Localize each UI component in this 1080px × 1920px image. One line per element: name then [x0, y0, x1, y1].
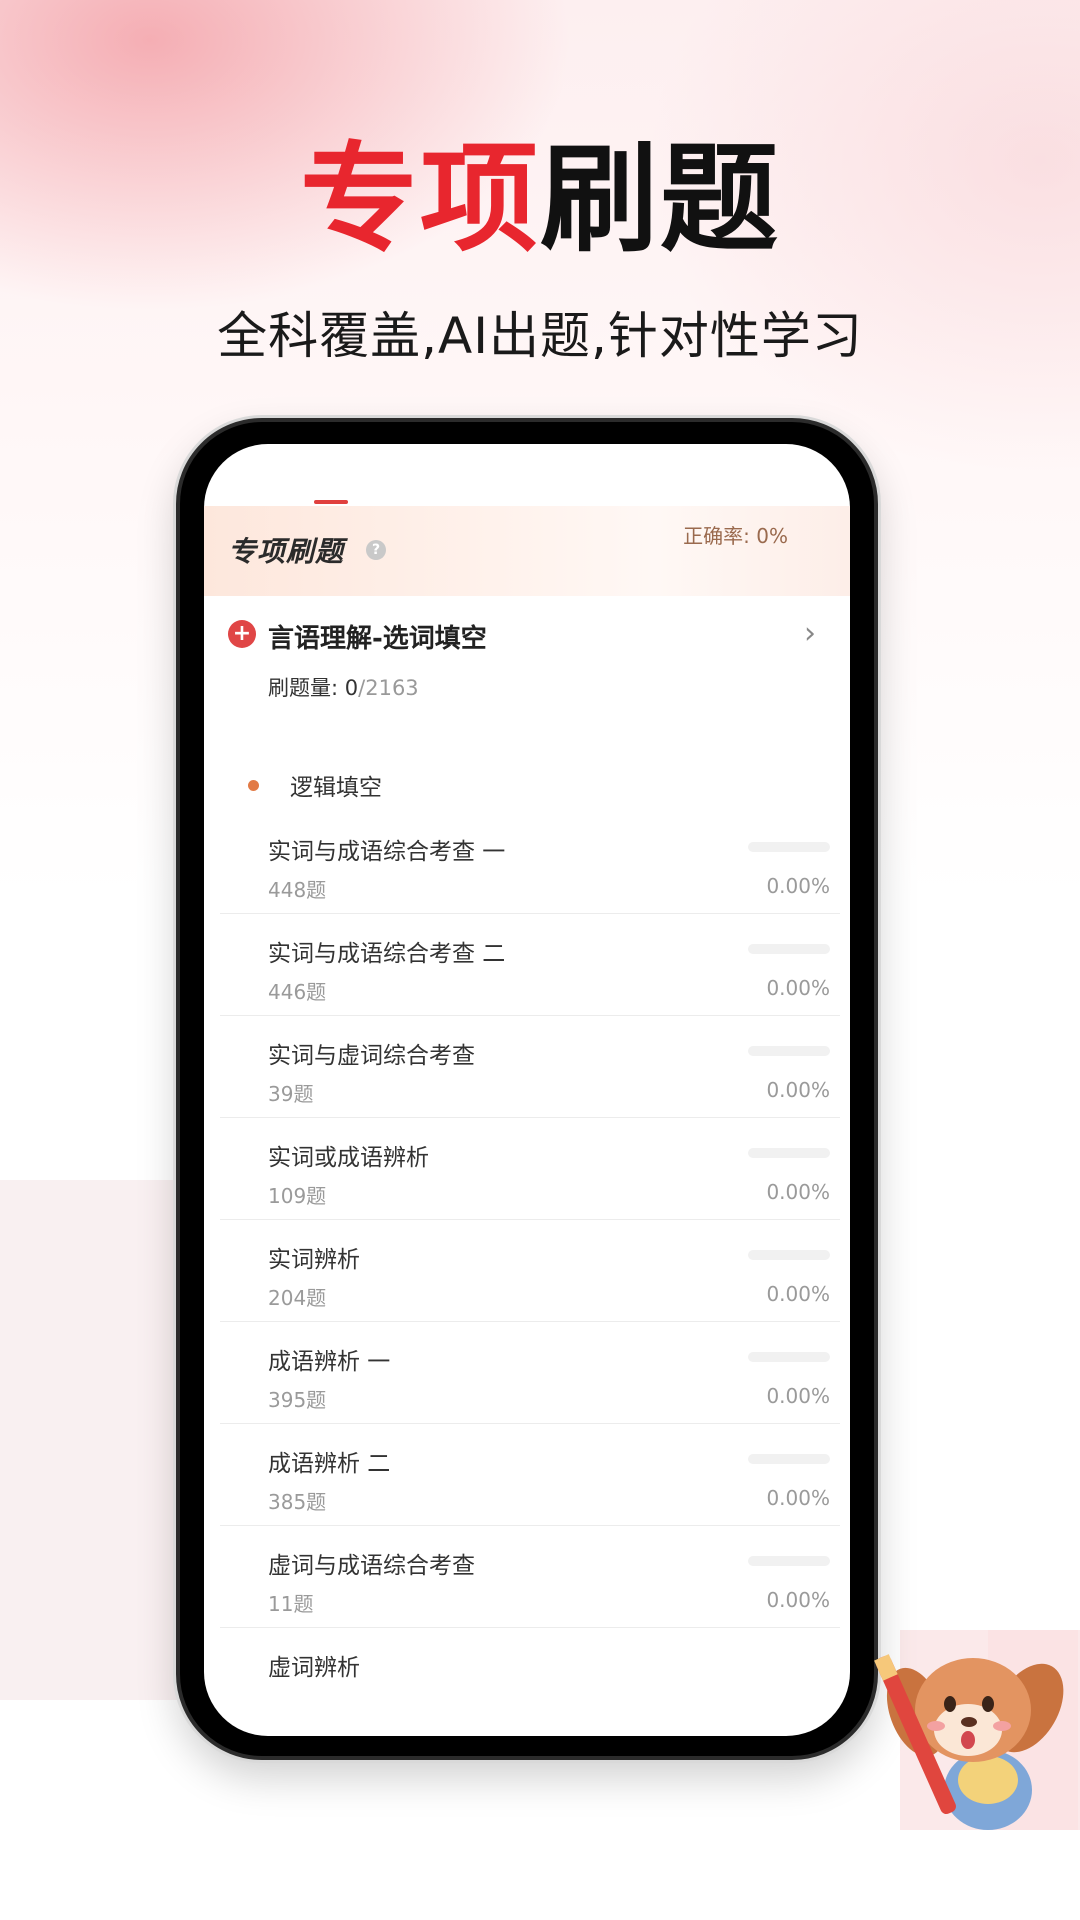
- count-total: /2163: [358, 676, 419, 700]
- accuracy-text: 正确率:: [683, 524, 757, 548]
- list-item[interactable]: 实词与成语综合考查 二 446题 0.00%: [220, 914, 840, 1016]
- list-item[interactable]: 虚词辨析: [220, 1628, 840, 1688]
- accuracy-label: 正确率: 0%: [683, 520, 788, 549]
- item-count: 39题: [268, 1082, 314, 1106]
- list-item[interactable]: 实词辨析 204题 0.00%: [220, 1220, 840, 1322]
- item-count: 11题: [268, 1592, 314, 1616]
- item-percent: 0.00%: [766, 1282, 830, 1306]
- item-percent: 0.00%: [766, 874, 830, 898]
- list-item[interactable]: 实词或成语辨析 109题 0.00%: [220, 1118, 840, 1220]
- item-percent: 0.00%: [766, 1078, 830, 1102]
- item-title: 实词与成语综合考查 二: [268, 941, 506, 967]
- item-percent: 0.00%: [766, 1588, 830, 1612]
- topic-list: 实词与成语综合考查 一 448题 0.00% 实词与成语综合考查 二 446题 …: [220, 812, 840, 1688]
- item-percent: 0.00%: [766, 1486, 830, 1510]
- item-percent: 0.00%: [766, 976, 830, 1000]
- hero-title-black: 刷题: [540, 130, 781, 268]
- item-title: 成语辨析 二: [268, 1451, 391, 1477]
- list-item[interactable]: 虚词与成语综合考查 11题 0.00%: [220, 1526, 840, 1628]
- item-title: 虚词与成语综合考查: [268, 1553, 475, 1579]
- hero-title-red: 专项: [299, 130, 540, 268]
- item-title: 实词与虚词综合考查: [268, 1043, 475, 1069]
- chevron-right-icon[interactable]: ›: [804, 616, 816, 651]
- progress-bar: [748, 1046, 830, 1056]
- item-count: 109题: [268, 1184, 327, 1208]
- progress-bar: [748, 1454, 830, 1464]
- item-title: 实词辨析: [268, 1247, 360, 1273]
- tab-indicator: [314, 500, 348, 504]
- progress-bar: [748, 1556, 830, 1566]
- count-done: 0: [344, 676, 359, 700]
- hero-subtitle: 全科覆盖,AI出题,针对性学习: [217, 307, 863, 365]
- list-item[interactable]: 成语辨析 一 395题 0.00%: [220, 1322, 840, 1424]
- list-item[interactable]: 实词与成语综合考查 一 448题 0.00%: [220, 812, 840, 914]
- dog-mascot-icon: [874, 1630, 1078, 1830]
- hero-title: 专项刷题: [0, 140, 1080, 258]
- item-count: 446题: [268, 980, 327, 1004]
- phone-frame: 专项刷题 ? 正确率: 0% + 言语理解-选词填空 › 刷题量: 0/2163…: [176, 418, 878, 1760]
- bullet-dot-icon: [248, 780, 259, 791]
- expand-plus-icon[interactable]: +: [228, 620, 256, 648]
- accuracy-value: 0%: [756, 524, 788, 548]
- subcategory-name[interactable]: 逻辑填空: [290, 768, 382, 802]
- list-item[interactable]: 成语辨析 二 385题 0.00%: [220, 1424, 840, 1526]
- progress-bar: [748, 944, 830, 954]
- item-count: 385题: [268, 1490, 327, 1514]
- item-count: 204题: [268, 1286, 327, 1310]
- category-name[interactable]: 言语理解-选词填空: [268, 618, 487, 655]
- progress-bar: [748, 1250, 830, 1260]
- item-count: 395题: [268, 1388, 327, 1412]
- item-title: 实词与成语综合考查 一: [268, 839, 506, 865]
- list-item[interactable]: 实词与虚词综合考查 39题 0.00%: [220, 1016, 840, 1118]
- phone-screen: 专项刷题 ? 正确率: 0% + 言语理解-选词填空 › 刷题量: 0/2163…: [204, 444, 850, 1736]
- item-percent: 0.00%: [766, 1180, 830, 1204]
- section-title: 专项刷题: [228, 535, 345, 568]
- item-title: 成语辨析 一: [268, 1349, 391, 1375]
- category-count: 刷题量: 0/2163: [268, 672, 419, 702]
- help-icon[interactable]: ?: [366, 540, 386, 560]
- item-count: 448题: [268, 878, 327, 902]
- item-title: 虚词辨析: [268, 1655, 360, 1681]
- progress-bar: [748, 1352, 830, 1362]
- count-label: 刷题量:: [268, 676, 345, 700]
- progress-bar: [748, 1148, 830, 1158]
- background-panel: [0, 1180, 180, 1700]
- item-percent: 0.00%: [766, 1384, 830, 1408]
- item-title: 实词或成语辨析: [268, 1145, 429, 1171]
- progress-bar: [748, 842, 830, 852]
